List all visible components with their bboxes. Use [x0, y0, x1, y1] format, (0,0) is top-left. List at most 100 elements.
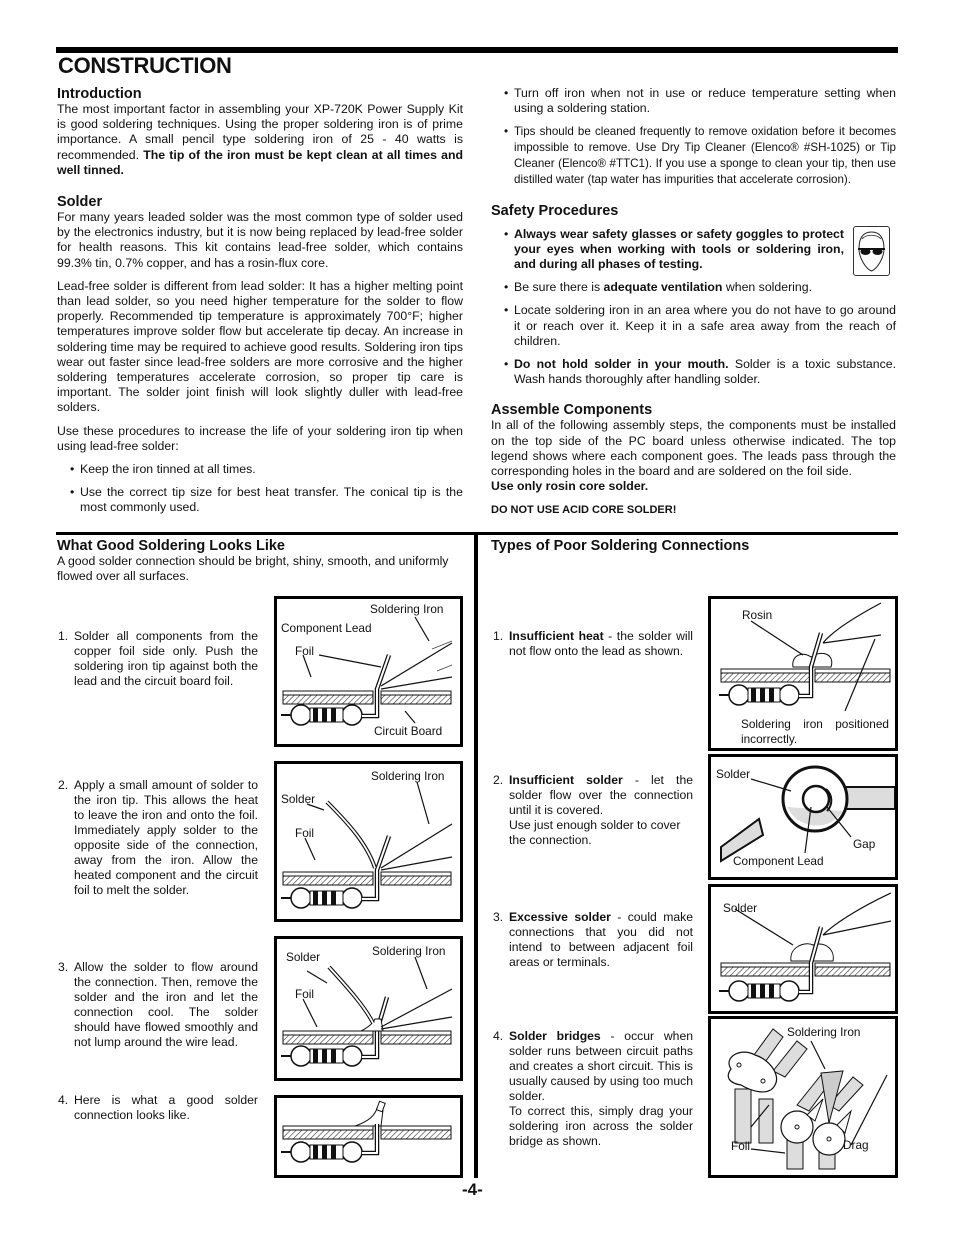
figure-solder-bridges: Soldering Iron Foil Drag: [708, 1016, 898, 1178]
good-soldering-heading: What Good Soldering Looks Like: [57, 538, 285, 554]
good-soldering-section: What Good Soldering Looks Like A good so…: [57, 538, 463, 584]
figure-soldering-step-2: Soldering Iron Solder Foil: [274, 761, 463, 922]
safety-item-bold: Always wear safety glasses or safety gog…: [514, 226, 844, 271]
poor-soldering-heading: Types of Poor Soldering Connections: [491, 538, 750, 554]
soldering-diagram: [281, 781, 453, 909]
good-step-3: 3. Allow the solder to flow around the c…: [58, 960, 258, 1050]
label-solder: Solder: [286, 950, 321, 964]
step-title: Solder bridges: [509, 1029, 601, 1043]
assemble-text: In all of the following assembly steps, …: [491, 418, 896, 479]
step-number: 4.: [58, 1093, 69, 1107]
assemble-heading: Assemble Components: [491, 402, 653, 419]
label-soldering-iron: Soldering Iron: [371, 769, 445, 783]
safety-goggles-icon: [853, 226, 890, 276]
list-item: Keep the iron tinned at all times.: [57, 462, 463, 477]
step-title: Excessive solder: [509, 910, 611, 924]
step-number: 1.: [493, 629, 504, 643]
intro-heading: Introduction: [57, 86, 142, 102]
label-component-lead: Component Lead: [733, 854, 824, 868]
step-number: 1.: [58, 629, 69, 643]
list-item: Turn off iron when not in use or reduce …: [491, 86, 896, 116]
step-title: Insufficient solder: [509, 773, 623, 787]
step-text: Excessive solder - could make connection…: [493, 910, 693, 970]
column-divider: [474, 532, 478, 1178]
figure-insufficient-heat: Rosin Soldering iron positioned incorrec…: [708, 596, 898, 751]
list-item: Use the correct tip size for best heat t…: [57, 485, 463, 515]
resistor: [281, 704, 363, 726]
figure-excessive-solder: Solder: [708, 884, 898, 1014]
poor-step-3: 3. Excessive solder - could make connect…: [493, 910, 693, 970]
step-text: Insufficient solder - let the solder flo…: [493, 773, 693, 818]
step-text: Apply a small amount of solder to the ir…: [74, 778, 258, 897]
good-step-4: 4. Here is what a good solder connection…: [58, 1093, 258, 1123]
step-number: 3.: [493, 910, 504, 924]
step-note: To correct this, simply drag your solder…: [509, 1104, 693, 1148]
label-drag: Drag: [843, 1138, 869, 1152]
label-foil: Foil: [295, 987, 315, 1001]
poor-step-4: 4. Solder bridges - occur when solder ru…: [493, 1029, 693, 1149]
intro-text: The most important factor in assembling …: [57, 102, 463, 178]
page-title: CONSTRUCTION: [58, 53, 232, 78]
step-text: Solder bridges - occur when solder runs …: [493, 1029, 693, 1104]
label-foil: Foil: [295, 644, 315, 658]
good-step-1: 1. Solder all components from the copper…: [58, 629, 258, 689]
label-soldering-iron: Soldering Iron: [372, 944, 446, 958]
label-gap: Gap: [853, 837, 876, 851]
step-number: 4.: [493, 1029, 504, 1043]
rosin-core-note: Use only rosin core solder.: [491, 479, 649, 494]
safety-item-bold: adequate ventilation: [603, 280, 723, 295]
safety-list: Always wear safety glasses or safety gog…: [491, 227, 896, 388]
solder-para-2: Lead-free solder is different from lead …: [57, 278, 463, 415]
solder-para-1: For many years leaded solder was the mos…: [57, 210, 463, 270]
safety-item-bold: Do not hold solder in your mouth.: [514, 357, 729, 372]
tip-care-list: Keep the iron tinned at all times. Use t…: [57, 462, 463, 516]
label-solder: Solder: [716, 767, 751, 781]
label-solder: Solder: [281, 792, 316, 806]
label-soldering-iron: Soldering Iron: [787, 1025, 861, 1039]
label-foil: Foil: [295, 826, 315, 840]
safety-heading: Safety Procedures: [491, 202, 619, 219]
poor-step-2: 2. Insufficient solder - let the solder …: [493, 773, 693, 848]
poor-step-1: 1. Insufficient heat - the solder will n…: [493, 629, 693, 659]
step-number: 2.: [58, 778, 69, 792]
circuit-board: [282, 690, 452, 705]
safety-item-text: when soldering.: [722, 280, 813, 295]
right-column: Turn off iron when not in use or reduce …: [491, 86, 896, 519]
step-note: Use just enough solder to cover the conn…: [509, 818, 681, 847]
list-item: Tips should be cleaned frequently to rem…: [491, 124, 896, 187]
step-number: 3.: [58, 960, 69, 974]
step-text: Solder all components from the copper fo…: [74, 629, 258, 688]
label-circuit-board: Circuit Board: [374, 724, 443, 738]
label-solder: Solder: [723, 901, 758, 915]
step-text: Insufficient heat - the solder will not …: [493, 629, 693, 659]
label-component-lead: Component Lead: [281, 621, 372, 635]
label-rosin: Rosin: [742, 608, 773, 622]
good-soldering-intro: A good solder connection should be brigh…: [57, 554, 449, 584]
list-item: Always wear safety glasses or safety gog…: [491, 227, 896, 273]
solder-heading: Solder: [57, 194, 103, 211]
label-soldering-iron: Soldering Iron: [370, 602, 444, 616]
list-item: Locate soldering iron in an area where y…: [491, 303, 896, 349]
step-text: Allow the solder to flow around the conn…: [74, 960, 258, 1049]
step-title: Insufficient heat: [509, 629, 604, 643]
tip-care-list-continued: Turn off iron when not in use or reduce …: [491, 86, 896, 188]
safety-item-text: Be sure there is: [514, 280, 604, 295]
figure-good-connection: [274, 1095, 463, 1178]
label-foil: Foil: [731, 1139, 751, 1153]
good-step-2: 2. Apply a small amount of solder to the…: [58, 778, 258, 898]
list-item: Do not hold solder in your mouth. Solder…: [491, 357, 896, 387]
solder-para-3: Use these procedures to increase the lif…: [57, 423, 463, 453]
step-number: 2.: [493, 773, 504, 787]
step-text: Here is what a good solder connection lo…: [74, 1093, 258, 1122]
figure-insufficient-solder: Solder Gap Component Lead: [708, 754, 898, 880]
acid-core-warning: DO NOT USE ACID CORE SOLDER!: [491, 504, 677, 517]
figure-soldering-step-1: Soldering Iron Component Lead Foil Circu…: [274, 596, 463, 747]
list-item: Be sure there is adequate ventilation wh…: [491, 280, 896, 295]
label-iron-positioned-incorrectly: Soldering iron positioned incorrectly.: [741, 717, 889, 746]
poor-soldering-section: Types of Poor Soldering Connections: [491, 538, 896, 554]
left-column: Introduction The most important factor i…: [57, 86, 463, 516]
assemble-bold: Use only rosin core solder.: [491, 479, 896, 494]
figure-soldering-step-3: Soldering Iron Solder Foil: [274, 936, 463, 1081]
good-connection-diagram: [281, 1100, 452, 1163]
page-number: -4-: [462, 1180, 483, 1199]
